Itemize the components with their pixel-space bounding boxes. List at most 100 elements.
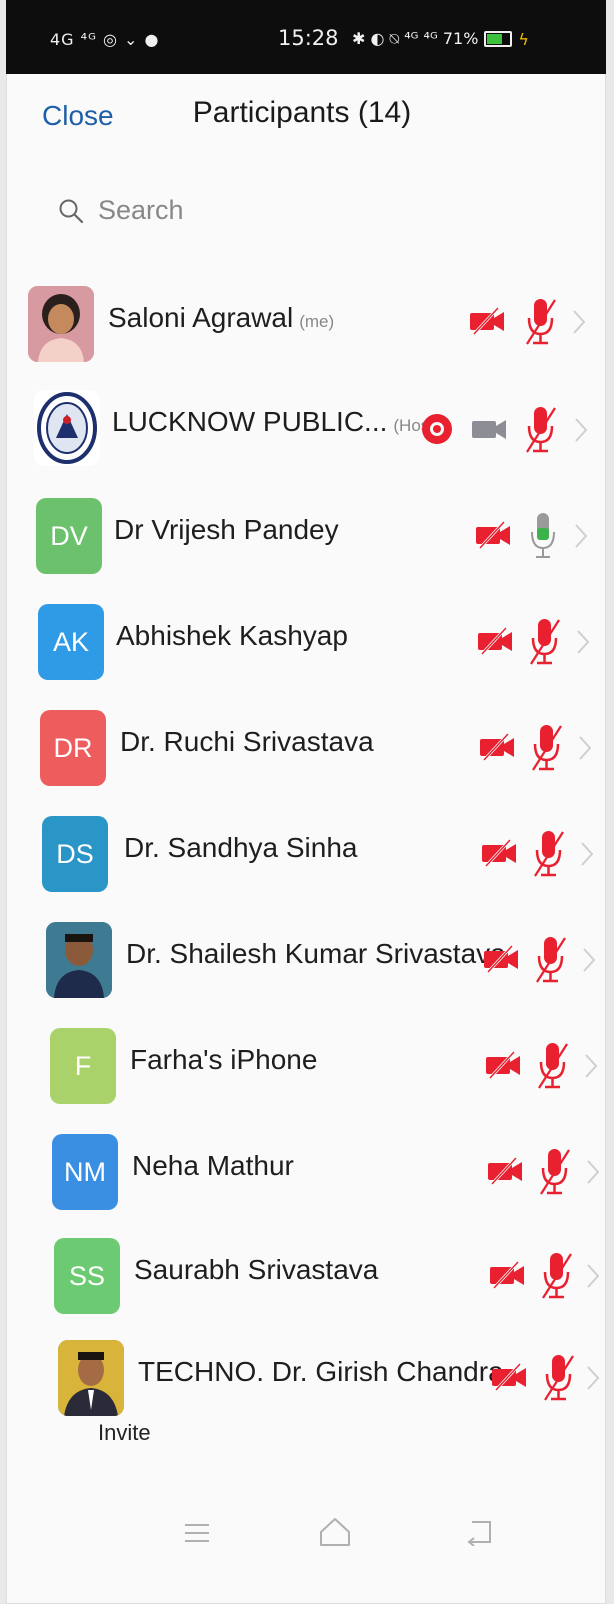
participant-name-text: Dr Vrijesh Pandey <box>114 514 339 545</box>
video-off-icon[interactable] <box>484 1050 524 1080</box>
chevron-right-icon[interactable] <box>586 1263 600 1289</box>
mic-muted-icon[interactable] <box>524 404 558 454</box>
mic-muted-icon[interactable] <box>540 1250 574 1300</box>
avatar-photo <box>46 922 112 998</box>
participant-row[interactable]: LUCKNOW PUBLIC... (Host) <box>6 376 606 476</box>
chevron-right-icon[interactable] <box>586 1365 600 1391</box>
participant-name: Saurabh Srivastava <box>134 1254 378 1286</box>
participant-name-text: Neha Mathur <box>132 1150 294 1181</box>
video-off-icon[interactable] <box>470 414 510 444</box>
mic-muted-icon[interactable] <box>524 296 558 346</box>
avatar-logo <box>34 390 100 466</box>
mic-muted-icon[interactable] <box>530 722 564 772</box>
chevron-right-icon[interactable] <box>576 629 590 655</box>
participant-name-text: Saloni Agrawal <box>108 302 294 333</box>
video-off-icon[interactable] <box>468 306 508 336</box>
participant-name: Dr. Sandhya Sinha <box>124 832 358 864</box>
status-right-indicators: ✱ ◐ ⍉ ⁴ᴳ ⁴ᴳ 71% ϟ <box>352 29 529 49</box>
chevron-right-icon[interactable] <box>572 309 586 335</box>
person-photo-icon <box>58 1340 124 1416</box>
participant-name: TECHNO. Dr. Girish Chandra... <box>138 1356 527 1388</box>
battery-icon <box>484 31 513 47</box>
participant-row[interactable]: NM Neha Mathur <box>6 1120 606 1220</box>
participant-name: Abhishek Kashyap <box>116 620 348 652</box>
phone-screen: 4G ⁴ᴳ ◎ ⌄ ● 15:28 ✱ ◐ ⍉ ⁴ᴳ ⁴ᴳ 71% ϟ Clos… <box>6 0 606 1604</box>
page-title: Participants (14) <box>6 96 606 130</box>
participant-row[interactable]: Dr. Shailesh Kumar Srivastava <box>6 908 606 1008</box>
mic-muted-icon[interactable] <box>528 616 562 666</box>
mic-muted-icon[interactable] <box>538 1146 572 1196</box>
participant-name-text: Dr. Sandhya Sinha <box>124 832 358 863</box>
status-time: 15:28 <box>278 26 339 50</box>
participant-row[interactable]: F Farha's iPhone <box>6 1014 606 1114</box>
person-photo-icon <box>28 286 94 362</box>
status-left-indicators: 4G ⁴ᴳ ◎ ⌄ ● <box>50 30 160 49</box>
avatar-initials: NM <box>52 1134 118 1210</box>
page-title-text: Participants (14) <box>192 96 412 129</box>
chevron-right-icon[interactable] <box>586 1159 600 1185</box>
mic-muted-icon[interactable] <box>532 828 566 878</box>
back-icon[interactable] <box>464 1518 496 1546</box>
participant-row[interactable]: AK Abhishek Kashyap <box>6 590 606 690</box>
participant-row[interactable]: DS Dr. Sandhya Sinha <box>6 802 606 902</box>
participant-name-text: Saurabh Srivastava <box>134 1254 379 1285</box>
participant-name: Saloni Agrawal (me) <box>108 302 334 334</box>
participant-name-text: Abhishek Kashyap <box>116 620 348 651</box>
participant-name-text: Farha's iPhone <box>130 1044 318 1075</box>
avatar-initials: DR <box>40 710 106 786</box>
participant-name-text: Dr. Ruchi Srivastava <box>120 726 374 757</box>
menu-icon[interactable] <box>182 1520 212 1546</box>
participant-tag: (me) <box>299 312 335 331</box>
participant-row[interactable]: Saloni Agrawal (me) <box>6 272 606 372</box>
video-off-icon[interactable] <box>478 732 518 762</box>
chevron-right-icon[interactable] <box>574 523 588 549</box>
video-off-icon[interactable] <box>488 1260 528 1290</box>
system-nav-bar <box>6 1500 606 1600</box>
mic-on-icon[interactable] <box>530 510 556 560</box>
search-icon <box>59 199 84 223</box>
participant-name: Farha's iPhone <box>130 1044 317 1076</box>
recording-icon <box>422 414 452 444</box>
participant-name: LUCKNOW PUBLIC... (Host) <box>112 406 440 438</box>
school-logo-icon <box>37 392 97 464</box>
participant-name: Dr Vrijesh Pandey <box>114 514 339 546</box>
video-off-icon[interactable] <box>482 944 522 974</box>
video-off-icon[interactable] <box>476 626 516 656</box>
video-off-icon[interactable] <box>474 520 514 550</box>
video-off-icon[interactable] <box>486 1156 526 1186</box>
mic-muted-icon[interactable] <box>542 1352 576 1402</box>
mic-muted-icon[interactable] <box>534 934 568 984</box>
video-off-icon[interactable] <box>480 838 520 868</box>
charging-icon: ϟ <box>518 29 529 49</box>
avatar-initials: AK <box>38 604 104 680</box>
chevron-right-icon[interactable] <box>574 417 588 443</box>
participant-row[interactable]: DV Dr Vrijesh Pandey <box>6 484 606 584</box>
participant-name-text: LUCKNOW PUBLIC... <box>112 406 388 437</box>
video-off-icon[interactable] <box>490 1362 530 1392</box>
participant-name: Neha Mathur <box>132 1150 294 1182</box>
participant-name: Dr. Ruchi Srivastava <box>120 726 374 758</box>
chevron-right-icon[interactable] <box>584 1053 598 1079</box>
status-right-text: ✱ ◐ ⍉ ⁴ᴳ ⁴ᴳ 71% <box>352 29 479 48</box>
chevron-right-icon[interactable] <box>582 947 596 973</box>
participant-row[interactable]: DR Dr. Ruchi Srivastava <box>6 696 606 796</box>
avatar-photo <box>28 286 94 362</box>
mic-muted-icon[interactable] <box>536 1040 570 1090</box>
participant-name-text: Dr. Shailesh Kumar Srivastava <box>126 938 506 969</box>
participant-row[interactable]: SS Saurabh Srivastava <box>6 1224 606 1324</box>
participant-name: Dr. Shailesh Kumar Srivastava <box>126 938 506 970</box>
invite-button[interactable]: Invite <box>98 1420 151 1446</box>
person-photo-icon <box>46 922 112 998</box>
chevron-right-icon[interactable] <box>580 841 594 867</box>
avatar-photo <box>58 1340 124 1416</box>
home-icon[interactable] <box>318 1516 352 1548</box>
participant-row[interactable]: TECHNO. Dr. Girish Chandra... <box>6 1326 606 1426</box>
avatar-initials: SS <box>54 1238 120 1314</box>
chevron-right-icon[interactable] <box>578 735 592 761</box>
avatar-initials: DS <box>42 816 108 892</box>
search-bar[interactable] <box>58 194 500 227</box>
participant-name-text: TECHNO. Dr. Girish Chandra... <box>138 1356 527 1387</box>
avatar-initials: DV <box>36 498 102 574</box>
avatar-initials: F <box>50 1028 116 1104</box>
search-input[interactable] <box>96 194 500 227</box>
